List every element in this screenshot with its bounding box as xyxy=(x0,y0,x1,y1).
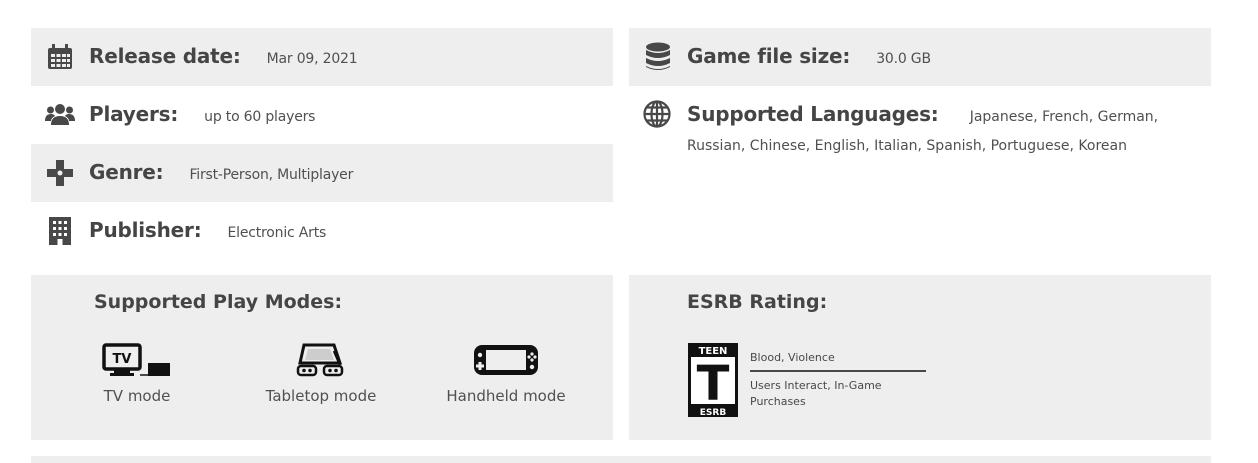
game-details-right: Game file size: 30.0 GB Supported Languag… xyxy=(629,28,1211,222)
play-modes-panel: Supported Play Modes: TV TV mode Tableto… xyxy=(31,275,613,440)
esrb-content-descriptors: Blood, Violence xyxy=(750,351,926,372)
publisher-label: Publisher: Electronic Arts xyxy=(89,218,327,242)
game-details-left: Release date: Mar 09, 2021 Players: up to … xyxy=(31,28,613,260)
genre-label: Genre: First-Person, Multiplayer xyxy=(89,160,354,184)
release-date-value: Mar 09, 2021 xyxy=(266,51,358,67)
globe-icon xyxy=(643,100,673,130)
esrb-teen-badge: TEEN T ESRB xyxy=(687,342,739,418)
esrb-descriptors: Blood, Violence Users Interact, In-Game … xyxy=(750,351,926,410)
players-value: up to 60 players xyxy=(204,109,316,125)
play-modes-title: Supported Play Modes: xyxy=(94,291,343,313)
file-size-row: Game file size: 30.0 GB xyxy=(629,28,1211,86)
building-icon xyxy=(45,216,75,246)
languages-label: Supported Languages: xyxy=(687,102,939,126)
players-icon xyxy=(45,100,75,130)
play-mode-tabletop: Tabletop mode xyxy=(246,343,396,405)
file-size-value: 30.0 GB xyxy=(876,51,931,67)
players-label: Players: up to 60 players xyxy=(89,102,316,126)
play-mode-tv: TV TV mode xyxy=(62,343,212,405)
tv-mode-label: TV mode xyxy=(103,387,171,405)
languages-value-line2: Russian, Chinese, English, Italian, Span… xyxy=(687,138,1127,154)
publisher-row: Publisher: Electronic Arts xyxy=(31,202,613,260)
tabletop-mode-label: Tabletop mode xyxy=(265,387,377,405)
play-mode-handheld: Handheld mode xyxy=(431,343,581,405)
esrb-rating-letter: T xyxy=(697,356,730,412)
esrb-panel: ESRB Rating: TEEN T ESRB Blood, Violence U… xyxy=(629,275,1211,440)
database-icon xyxy=(643,42,673,72)
release-date-label: Release date: Mar 09, 2021 xyxy=(89,44,358,68)
tabletop-mode-icon xyxy=(246,343,396,383)
tv-mode-icon: TV xyxy=(62,343,212,383)
publisher-value: Electronic Arts xyxy=(227,225,327,241)
handheld-mode-icon xyxy=(431,343,581,383)
esrb-title: ESRB Rating: xyxy=(687,291,828,313)
genre-dpad-icon xyxy=(45,158,75,188)
genre-value: First-Person, Multiplayer xyxy=(189,167,354,183)
languages-row: Supported Languages: Japanese, French, G… xyxy=(629,86,1211,222)
svg-text:TV: TV xyxy=(113,352,132,367)
languages-value-line1: Japanese, French, German, xyxy=(969,109,1159,125)
handheld-mode-label: Handheld mode xyxy=(446,387,566,405)
next-section-strip xyxy=(31,456,1211,463)
players-row: Players: up to 60 players xyxy=(31,86,613,144)
file-size-label: Game file size: 30.0 GB xyxy=(687,44,931,68)
release-date-row: Release date: Mar 09, 2021 xyxy=(31,28,613,86)
esrb-interactive-elements: Users Interact, In-Game Purchases xyxy=(750,379,882,408)
genre-row: Genre: First-Person, Multiplayer xyxy=(31,144,613,202)
esrb-rating-bottom: ESRB xyxy=(700,408,727,418)
calendar-icon xyxy=(45,42,75,72)
